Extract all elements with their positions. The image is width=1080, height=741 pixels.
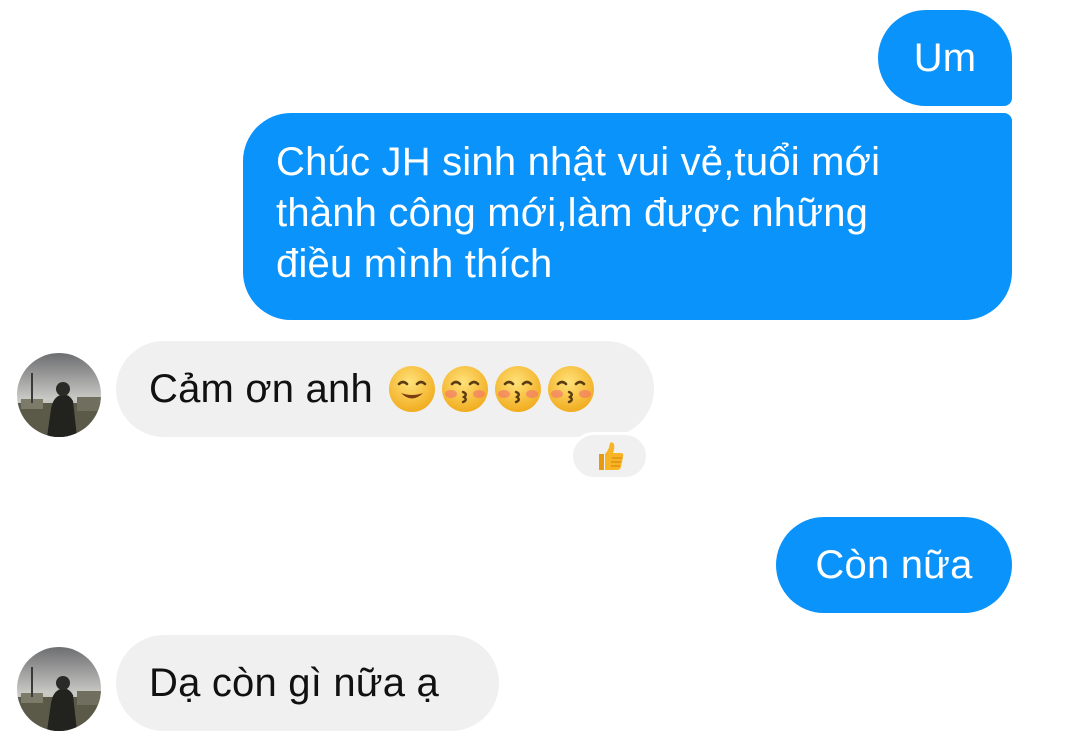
outgoing-message[interactable]: Chúc JH sinh nhật vui vẻ,tuổi mới thành … — [243, 113, 1012, 320]
outgoing-message[interactable]: Còn nữa — [776, 517, 1012, 613]
message-text: Cảm ơn anh — [149, 366, 373, 411]
message-text-line: Chúc JH sinh nhật vui vẻ,tuổi mới — [276, 140, 881, 184]
message-text: Dạ còn gì nữa ạ — [149, 660, 439, 705]
emoji-group — [387, 364, 596, 414]
message-text-line: điều mình thích — [276, 242, 553, 286]
reaction-badge[interactable] — [570, 432, 649, 480]
contact-avatar[interactable] — [17, 647, 101, 731]
outgoing-message[interactable]: Um — [878, 10, 1012, 106]
kissing-face-icon — [441, 366, 488, 412]
message-text: Còn nữa — [815, 542, 973, 587]
contact-avatar[interactable] — [17, 353, 101, 437]
thumbs-up-icon — [598, 442, 623, 470]
message-text-line: thành công mới,làm được những — [276, 191, 869, 235]
kissing-face-icon — [547, 366, 594, 412]
incoming-message[interactable]: Dạ còn gì nữa ạ — [116, 635, 499, 731]
smiling-face-icon — [388, 366, 435, 412]
message-text: Um — [913, 35, 977, 80]
incoming-message[interactable]: Cảm ơn anh — [116, 341, 654, 437]
kissing-face-icon — [494, 366, 541, 412]
